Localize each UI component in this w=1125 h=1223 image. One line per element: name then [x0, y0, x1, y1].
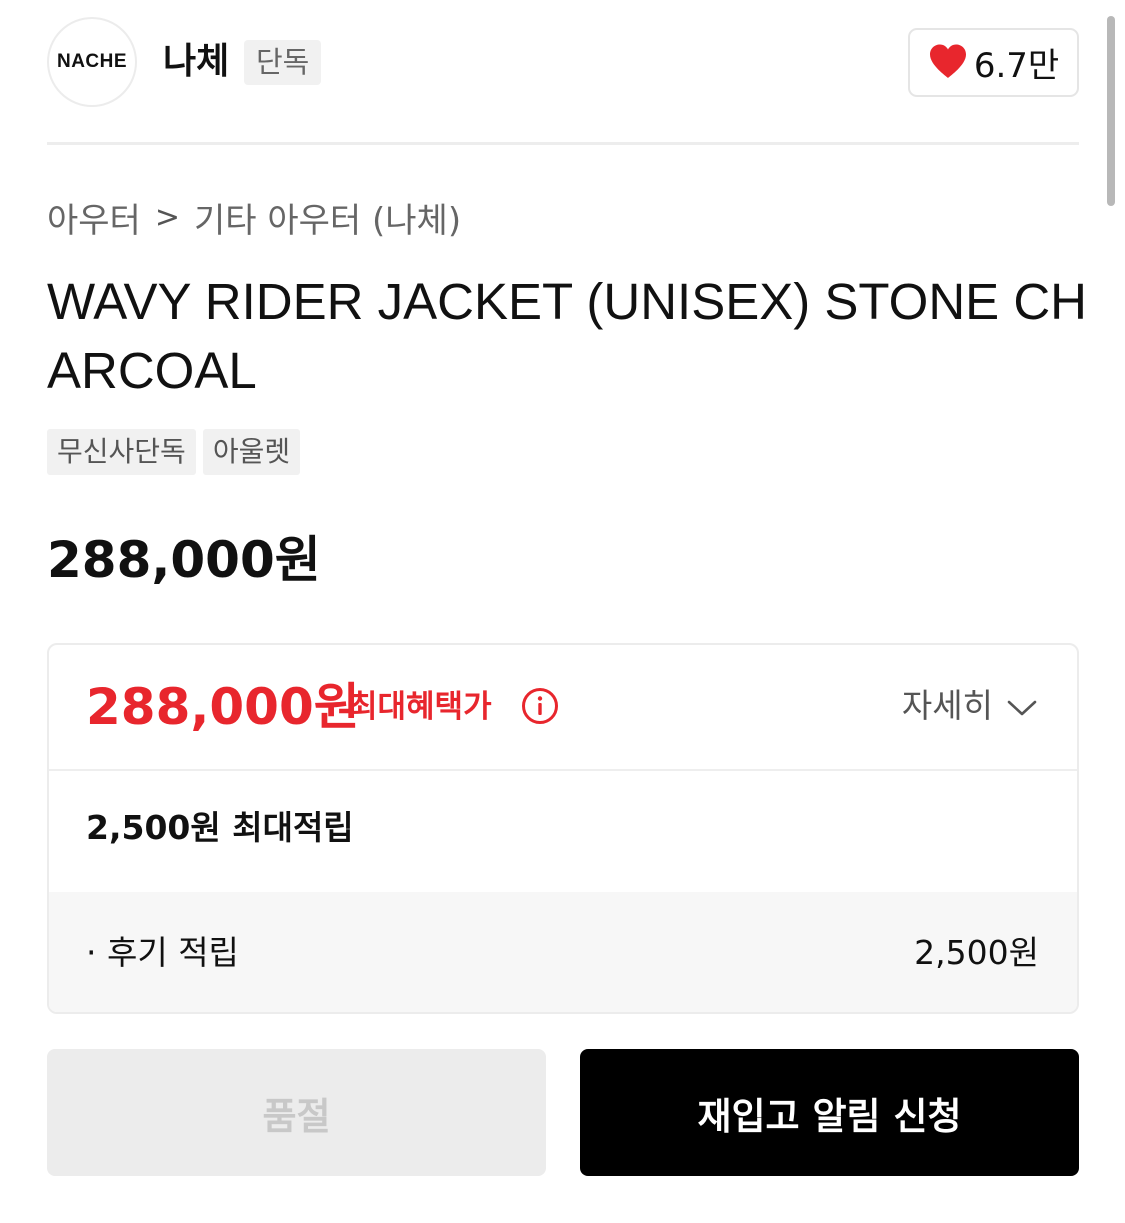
chevron-down-icon	[1007, 683, 1037, 729]
max-benefit-row: 288,000원 최대혜택가 자세히	[49, 645, 1077, 769]
product-price: 288,000원	[47, 531, 321, 589]
scrollbar[interactable]	[1107, 16, 1115, 206]
info-icon[interactable]	[521, 687, 559, 725]
tag-musinsa-exclusive: 무신사단독	[47, 429, 196, 475]
breadcrumb-item-other-outer[interactable]: 기타 아우터 (나체)	[194, 193, 461, 242]
product-detail-page: NACHE 나체 단독 6.7만 아우터 > 기타 아우터 (나체) WAVY …	[0, 0, 1125, 1223]
review-reward-row: · 후기 적립 2,500원	[49, 892, 1077, 1012]
max-benefit-label: 최대혜택가	[349, 689, 492, 725]
brand-header: NACHE 나체 단독 6.7만	[47, 17, 1079, 109]
exclusive-badge: 단독	[244, 40, 322, 85]
tag-outlet: 아울렛	[202, 429, 301, 475]
detail-label: 자세히	[901, 686, 993, 725]
restock-alert-button[interactable]: 재입고 알림 신청	[580, 1049, 1079, 1176]
benefit-card: 288,000원 최대혜택가 자세히 2,500원 최대적립 · 후기 적립 2…	[47, 643, 1079, 1014]
heart-icon	[928, 43, 968, 83]
header-divider	[47, 142, 1079, 145]
review-reward-value: 2,500원	[914, 933, 1039, 972]
max-benefit-price: 288,000원	[86, 678, 360, 736]
breadcrumb-item-outer[interactable]: 아우터	[47, 193, 141, 242]
like-button[interactable]: 6.7만	[908, 28, 1079, 97]
detail-button[interactable]: 자세히	[902, 683, 1037, 729]
soldout-button: 품절	[47, 1049, 546, 1176]
product-tags: 무신사단독 아울렛	[47, 429, 301, 475]
reward-summary: 2,500원 최대적립	[86, 808, 354, 847]
chevron-right-icon: >	[154, 199, 180, 235]
like-count: 6.7만	[973, 46, 1060, 86]
card-divider	[49, 769, 1077, 771]
product-title: WAVY RIDER JACKET (UNISEX) STONE CHARCOA…	[47, 273, 1087, 399]
review-reward-label: · 후기 적립	[86, 933, 239, 972]
brand-logo[interactable]: NACHE	[47, 17, 137, 107]
brand-name[interactable]: 나체	[163, 39, 229, 85]
breadcrumb: 아우터 > 기타 아우터 (나체)	[47, 192, 461, 242]
